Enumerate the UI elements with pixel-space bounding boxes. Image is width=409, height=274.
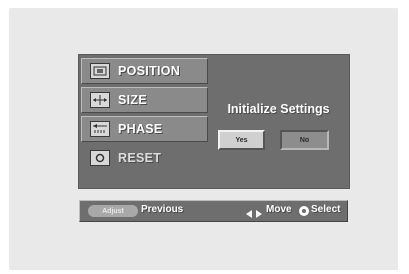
panel-title: Initialize Settings	[227, 102, 330, 116]
menu-item-position[interactable]: POSITION	[81, 58, 208, 84]
reset-panel: Initialize Settings Yes No	[212, 58, 345, 182]
menu-item-label: POSITION	[118, 64, 181, 78]
size-icon	[90, 92, 110, 108]
previous-label: Previous	[141, 204, 184, 215]
select-button-icon	[299, 206, 309, 216]
left-right-arrows-icon	[246, 206, 262, 224]
menu-item-phase[interactable]: PHASE	[81, 116, 208, 142]
reset-icon	[90, 150, 110, 166]
menu-item-label: RESET	[118, 151, 162, 165]
menu-item-label: PHASE	[118, 122, 163, 136]
menu-item-label: SIZE	[118, 93, 147, 107]
move-label: Move	[266, 204, 292, 215]
position-icon	[90, 63, 110, 79]
no-button[interactable]: No	[280, 130, 329, 150]
adjust-badge: Adjust	[88, 205, 138, 217]
select-label: Select	[311, 204, 341, 215]
osd-menu: POSITION SIZE PHASE RESET Initialize Set…	[78, 54, 350, 189]
yes-button[interactable]: Yes	[218, 130, 265, 150]
menu-item-size[interactable]: SIZE	[81, 87, 208, 113]
menu-list: POSITION SIZE PHASE RESET	[81, 58, 208, 174]
menu-item-reset[interactable]: RESET	[81, 145, 208, 171]
status-bar: Adjust Previous Move Select	[79, 200, 348, 222]
phase-icon	[90, 121, 110, 137]
